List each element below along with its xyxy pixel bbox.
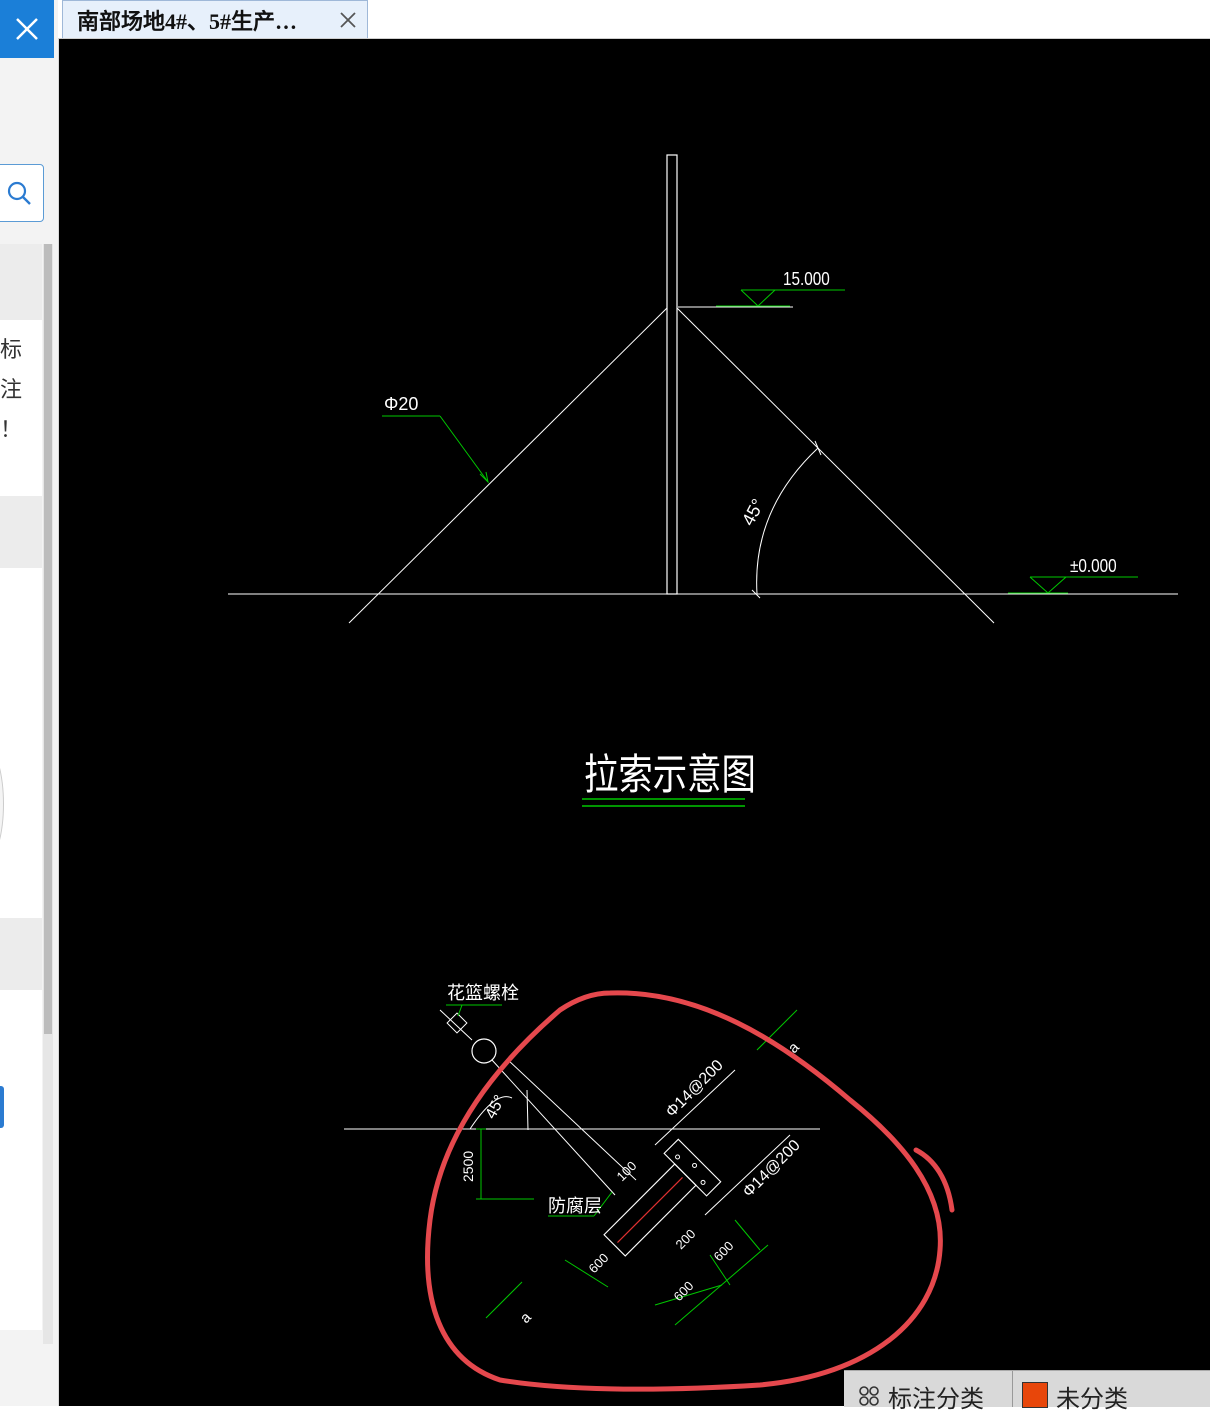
category-selector[interactable]: 未分类 xyxy=(1014,1371,1210,1413)
panel-section-header xyxy=(0,244,42,320)
drawing-title: 拉索示意图 xyxy=(584,751,756,800)
panel-card xyxy=(0,990,42,1330)
close-panel-button[interactable] xyxy=(0,0,54,58)
elevation-top-label: 15.000 xyxy=(783,269,830,290)
status-bar: 标注分类 未分类 xyxy=(844,1370,1210,1413)
panel-card xyxy=(0,568,42,918)
dimension-label: 600 xyxy=(711,1238,737,1264)
coating-label: 防腐层 xyxy=(548,1196,602,1217)
cad-drawing-canvas[interactable]: 15.000 ±0.000 Φ20 45° 拉索示意图 45° 2500 花篮螺… xyxy=(59,39,1210,1406)
scroll-marker xyxy=(0,1086,4,1128)
avatar xyxy=(0,748,4,860)
notice-char: 注 xyxy=(0,378,23,403)
status-label: 未分类 xyxy=(1056,1384,1128,1413)
dimension-label: 600 xyxy=(586,1250,612,1276)
status-label: 标注分类 xyxy=(888,1384,984,1413)
guy-wire-diagram: 15.000 ±0.000 Φ20 45° 拉索示意图 xyxy=(228,154,1178,807)
tab-bar: 南部场地4#、5#生产… xyxy=(58,0,1210,39)
tab-label: 南部场地4#、5#生产… xyxy=(77,8,298,34)
search-button[interactable] xyxy=(0,164,44,222)
turnbuckle-label: 花篮螺栓 xyxy=(447,983,519,1004)
notice-char: 标 xyxy=(0,338,23,363)
dimension-label: 600 xyxy=(671,1278,697,1304)
panel-notice: 标 注 ！ xyxy=(0,320,42,496)
close-icon[interactable] xyxy=(339,11,357,29)
scrollbar[interactable] xyxy=(43,244,53,1344)
angle-label: 45° xyxy=(738,495,768,528)
tab-drawing[interactable]: 南部场地4#、5#生产… xyxy=(62,0,368,38)
cable-size-label: Φ20 xyxy=(384,394,418,414)
panel-divider xyxy=(0,496,42,568)
color-swatch xyxy=(1022,1382,1048,1408)
depth-dimension: 2500 xyxy=(460,1151,476,1182)
dimension-label: 200 xyxy=(673,1226,699,1252)
scrollbar-thumb[interactable] xyxy=(44,244,52,1034)
panel-divider xyxy=(0,918,42,990)
rebar-label: Φ14@200 xyxy=(740,1137,804,1201)
close-icon xyxy=(16,18,38,40)
annotation-category-button[interactable]: 标注分类 xyxy=(844,1371,1013,1413)
side-panel: 标 注 ！ xyxy=(0,0,59,1406)
rebar-label: Φ14@200 xyxy=(663,1057,727,1121)
search-icon xyxy=(7,181,31,205)
elevation-ground-label: ±0.000 xyxy=(1070,556,1117,577)
grid-icon xyxy=(859,1386,879,1406)
anchor-detail: 45° 2500 花篮螺栓 防腐层 Φ14@200 Φ14@200 a a 10… xyxy=(344,983,820,1327)
dimension-a: a xyxy=(517,1308,535,1326)
notice-char: ！ xyxy=(0,418,23,443)
